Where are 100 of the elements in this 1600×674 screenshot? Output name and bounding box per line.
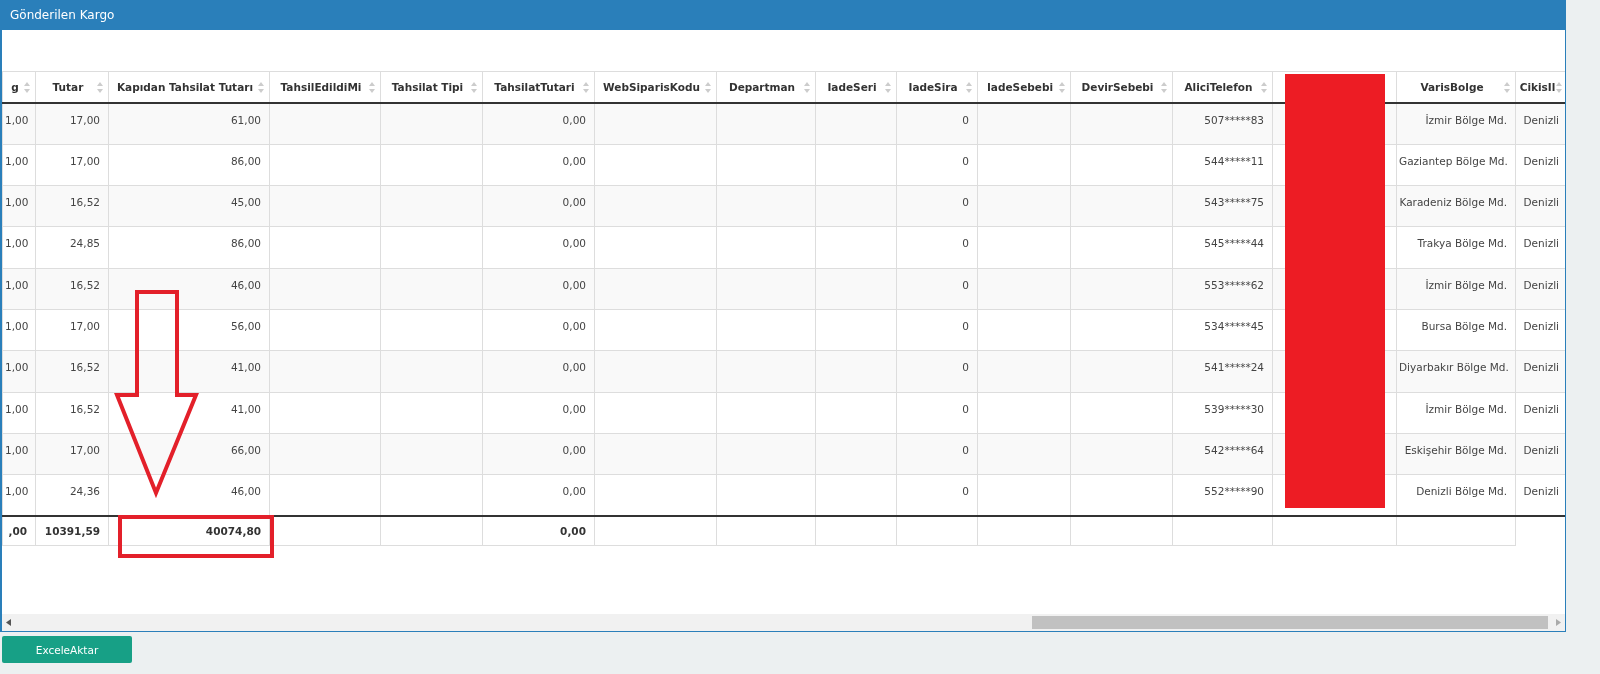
- scroll-right-icon[interactable]: [1556, 619, 1561, 626]
- table-cell: 1,00: [5, 278, 29, 291]
- table-cell: 16,52: [69, 402, 100, 415]
- table-cell: 1,00: [5, 154, 29, 167]
- table-cell: 0: [962, 114, 969, 126]
- table-cell: 1,00: [5, 114, 29, 126]
- total-cell: 10391,59: [35, 515, 109, 546]
- table-cell: Karadeniz Bölge Md.: [1399, 196, 1507, 209]
- total-cell: ,00: [2, 515, 36, 546]
- table-cell: 16,52: [69, 196, 100, 209]
- sort-icon: [966, 82, 972, 93]
- table-cell: 0: [962, 402, 969, 415]
- table-cell: Denizli Bölge Md.: [1416, 485, 1507, 498]
- sort-icon: [97, 82, 103, 93]
- table-cell: 56,00: [230, 320, 261, 332]
- table-cell: 1,00: [5, 320, 29, 332]
- table-cell: 1,00: [5, 402, 29, 415]
- table-cell: 0,00: [562, 402, 586, 415]
- table-cell: 0: [962, 443, 969, 456]
- table-cell: 86,00: [230, 237, 261, 250]
- table-cell: 41,00: [230, 402, 261, 415]
- table-cell: 0,00: [562, 154, 586, 167]
- table-cell: Denizli: [1523, 114, 1559, 126]
- table-cell: 541*****24: [1204, 361, 1264, 374]
- table-cell: Gaziantep Bölge Md.: [1399, 154, 1508, 167]
- table-cell: 1,00: [5, 196, 29, 209]
- table-cell: Denizli: [1523, 196, 1559, 209]
- total-cell: 0,00: [482, 515, 595, 546]
- table-cell: 0: [962, 196, 969, 209]
- table-cell: 0,00: [562, 237, 586, 250]
- sort-icon: [471, 82, 477, 93]
- sort-icon: [258, 82, 264, 93]
- table-cell: 0,00: [562, 278, 586, 291]
- table-cell: Denizli: [1523, 361, 1559, 374]
- table-cell: 0,00: [562, 361, 586, 374]
- table-cell: 0: [962, 278, 969, 291]
- table-cell: 553*****62: [1204, 278, 1264, 291]
- table-cell: 0: [962, 237, 969, 250]
- table-cell: 17,00: [69, 443, 100, 456]
- table-cell: 17,00: [69, 154, 100, 167]
- table-cell: 66,00: [230, 443, 261, 456]
- sort-icon: [1556, 82, 1562, 93]
- table-cell: 543*****75: [1204, 196, 1264, 209]
- table-cell: 16,52: [69, 361, 100, 374]
- sort-icon: [1161, 82, 1167, 93]
- table-cell: İzmir Bölge Md.: [1425, 402, 1507, 415]
- table-cell: Denizli: [1523, 485, 1559, 498]
- table-cell: 507*****83: [1204, 114, 1264, 126]
- sort-icon: [24, 82, 30, 93]
- table-cell: 0: [962, 485, 969, 498]
- table-cell: 46,00: [230, 485, 261, 498]
- scrollbar-thumb[interactable]: [1032, 616, 1548, 629]
- table-cell: 1,00: [5, 361, 29, 374]
- table-cell: İzmir Bölge Md.: [1425, 278, 1507, 291]
- table-cell: Denizli: [1523, 154, 1559, 167]
- table-cell: Bursa Bölge Md.: [1421, 320, 1507, 332]
- table-cell: 0: [962, 154, 969, 167]
- scroll-left-icon[interactable]: [6, 619, 11, 626]
- horizontal-scrollbar[interactable]: [2, 614, 1565, 631]
- table-cell: 16,52: [69, 278, 100, 291]
- table-cell: 24,36: [69, 485, 100, 498]
- table-cell: 41,00: [230, 361, 261, 374]
- table-cell: 61,00: [230, 114, 261, 126]
- table-cell: Denizli: [1523, 237, 1559, 250]
- table-cell: 0: [962, 320, 969, 332]
- table-cell: 1,00: [5, 237, 29, 250]
- table-cell: Denizli: [1523, 278, 1559, 291]
- table-cell: 0,00: [562, 443, 586, 456]
- table-cell: 0,00: [562, 320, 586, 332]
- sort-icon: [1261, 82, 1267, 93]
- table-cell: 0,00: [562, 196, 586, 209]
- table-cell: Diyarbakır Bölge Md.: [1399, 361, 1509, 374]
- table-cell: Denizli: [1523, 443, 1559, 456]
- sort-icon: [885, 82, 891, 93]
- table-cell: 0: [962, 361, 969, 374]
- sort-icon: [705, 82, 711, 93]
- table-cell: 0,00: [562, 114, 586, 126]
- table-cell: 534*****45: [1204, 320, 1264, 332]
- table-cell: 544*****11: [1204, 154, 1264, 167]
- sort-icon: [1504, 82, 1510, 93]
- table-cell: 542*****64: [1204, 443, 1264, 456]
- table-cell: Denizli: [1523, 320, 1559, 332]
- sort-icon: [583, 82, 589, 93]
- sort-icon: [1059, 82, 1065, 93]
- table-cell: 46,00: [230, 278, 261, 291]
- table-cell: 1,00: [5, 485, 29, 498]
- table-cell: 86,00: [230, 154, 261, 167]
- window-title: Gönderilen Kargo: [10, 8, 115, 22]
- table-cell: 1,00: [5, 443, 29, 456]
- table-cell: 24,85: [69, 237, 100, 250]
- table-cell: İzmir Bölge Md.: [1425, 114, 1507, 126]
- sort-icon: [369, 82, 375, 93]
- table-cell: Denizli: [1523, 402, 1559, 415]
- sort-icon: [804, 82, 810, 93]
- table-cell: Trakya Bölge Md.: [1417, 237, 1507, 250]
- table-cell: 45,00: [230, 196, 261, 209]
- table-cell: 0,00: [562, 485, 586, 498]
- table-cell: 539*****30: [1204, 402, 1264, 415]
- table-cell: 552*****90: [1204, 485, 1264, 498]
- table-cell: 545*****44: [1204, 237, 1264, 250]
